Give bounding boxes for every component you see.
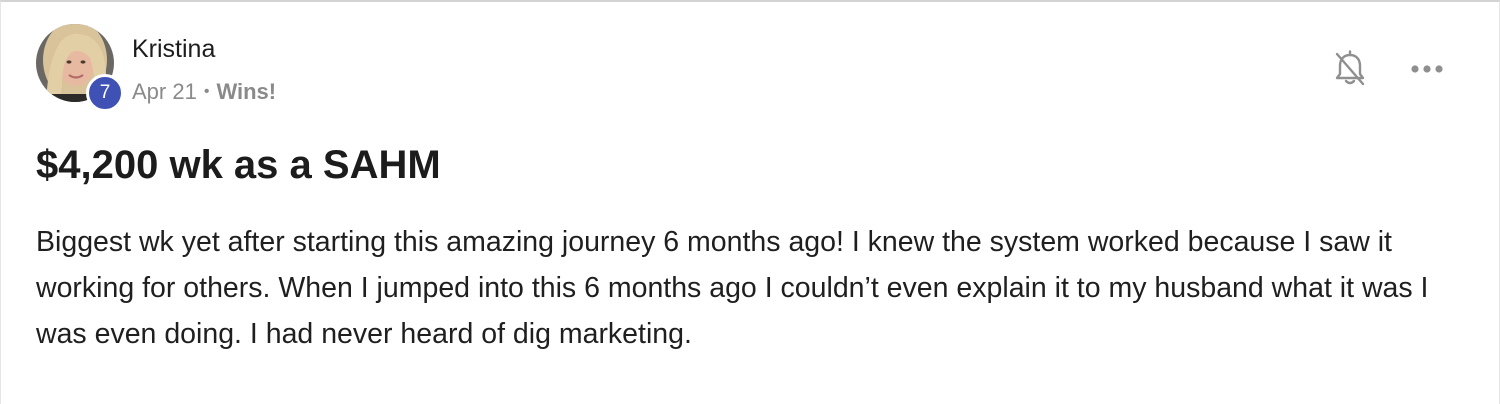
more-options-button[interactable] [1406,52,1448,86]
post-card: 7 Kristina Apr 21 • Wins! $4,200 wk as a… [0,0,1500,404]
author-name[interactable]: Kristina [132,33,215,65]
post-title[interactable]: $4,200 wk as a SAHM [36,140,441,190]
author-avatar[interactable]: 7 [36,24,126,114]
level-badge: 7 [86,74,124,112]
notification-toggle-button[interactable] [1329,48,1371,90]
post-category[interactable]: Wins! [216,78,276,106]
meta-separator: • [203,83,210,100]
bell-off-icon [1335,50,1365,86]
post-body: Biggest wk yet after starting this amazi… [36,226,1429,350]
more-horizontal-icon [1411,65,1443,73]
post-meta: Apr 21 • Wins! [132,78,276,106]
post-date[interactable]: Apr 21 [132,78,197,106]
